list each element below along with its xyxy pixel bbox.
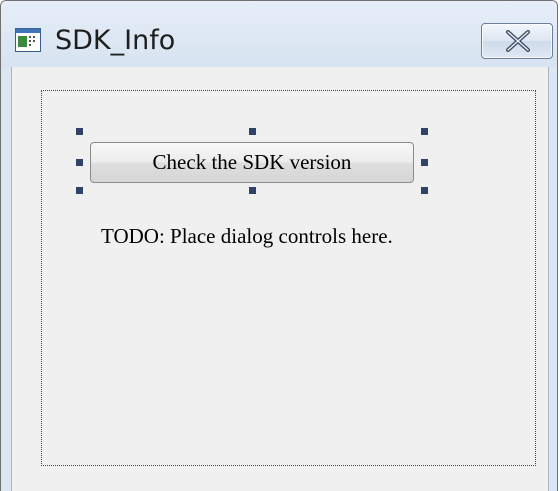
close-icon [506,30,530,52]
app-icon [15,28,41,52]
placeholder-label: TODO: Place dialog controls here. [101,224,393,248]
resize-handle-top-left[interactable] [76,128,83,135]
resize-handle-left[interactable] [76,159,83,166]
resize-handle-bottom-left[interactable] [76,187,83,194]
window-title: SDK_Info [55,25,176,56]
dialog-window: SDK_Info Check the SDK version TODO: Pla… [0,0,558,491]
resize-handle-bottom[interactable] [249,187,256,194]
close-button[interactable] [481,23,553,59]
resize-handle-top-right[interactable] [421,128,428,135]
check-sdk-version-button[interactable]: Check the SDK version [90,142,414,183]
dialog-client-area: Check the SDK version TODO: Place dialog… [11,67,549,491]
resize-handle-right[interactable] [421,159,428,166]
resize-handle-bottom-right[interactable] [421,187,428,194]
title-bar[interactable]: SDK_Info [1,1,557,67]
resize-handle-top[interactable] [249,128,256,135]
